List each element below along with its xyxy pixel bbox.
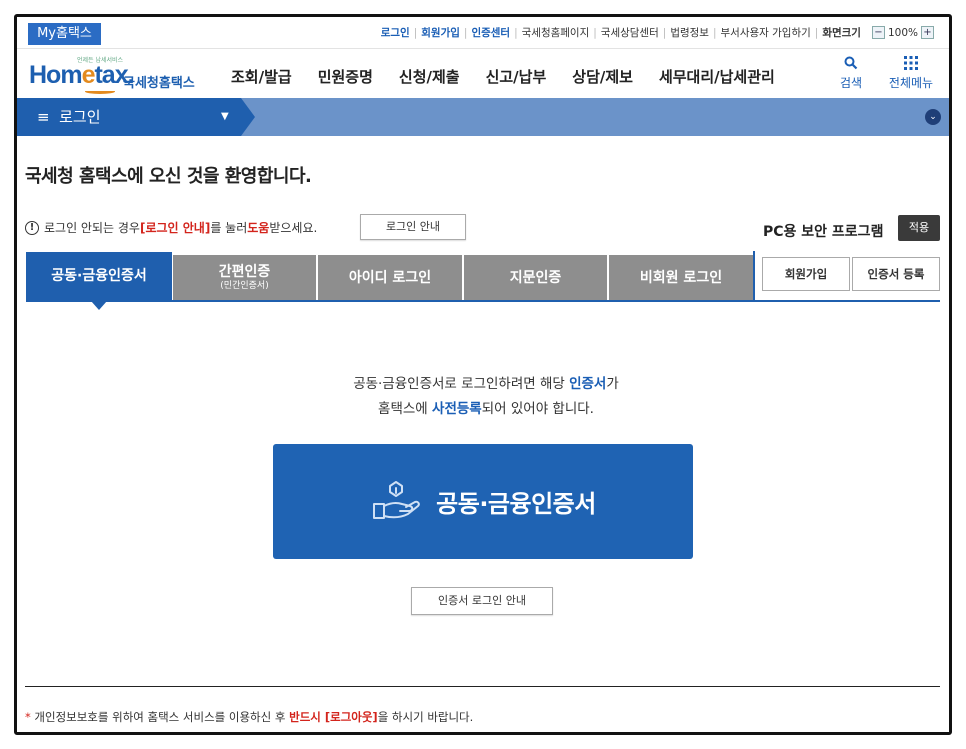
nav-tax-agent[interactable]: 세무대리/납세관리 [659,66,775,87]
tab-simple-auth[interactable]: 간편인증 (민간인증서) [173,255,316,301]
joint-cert-login-button[interactable]: 공동·금융인증서 [273,444,693,559]
cert-center-link[interactable]: 인증센터 [471,25,510,40]
search-label: 검색 [839,76,863,90]
full-menu-label: 전체메뉴 [888,76,934,90]
zoom-out-button[interactable]: − [871,26,885,39]
full-menu-button[interactable]: 전체메뉴 [881,56,941,91]
login-tabs: 공동·금융인증서 간편인증 (민간인증서) 아이디 로그인 지문인증 비회원 로… [26,251,753,302]
security-apply-button[interactable]: 적용 [898,215,940,241]
grid-menu-icon [881,56,941,74]
login-guide-button[interactable]: 로그인 안내 [360,214,466,240]
logo-swoosh-icon [85,89,115,94]
joint-cert-button-label: 공동·금융인증서 [436,490,596,518]
nts-home-link[interactable]: 국세청홈페이지 [522,25,590,40]
breadcrumb[interactable]: ≡ 로그인 ▼ [17,98,241,136]
consult-center-link[interactable]: 국세상담센터 [601,25,659,40]
tab-fingerprint[interactable]: 지문인증 [464,255,607,301]
security-program-label: PC용 보안 프로그램 [763,224,884,240]
logo-wordmark: Hometax. [29,61,135,89]
zoom-value: 100% [887,26,918,39]
hometax-logo[interactable]: 언제든 납세서비스 Hometax. 국세청홈택스 [27,55,207,95]
search-button[interactable]: 검색 [821,56,881,91]
browser-frame: My홈택스 로그인 | 회원가입 | 인증센터 | 국세청홈페이지 | 국세상담센터 | … [14,14,952,735]
utility-bar: My홈택스 로그인 | 회원가입 | 인증센터 | 국세청홈페이지 | 국세상담센터 | … [17,17,949,49]
cert-message-line2: 홈택스에 사전등록되어 있어야 합니다. [378,401,594,417]
dept-user-join-link[interactable]: 부서사용자 가입하기 [721,25,811,40]
join-link[interactable]: 회원가입 [421,25,460,40]
cert-login-guide-button[interactable]: 인증서 로그인 안내 [411,587,553,615]
zoom-control: − 100% + [869,26,937,39]
breadcrumb-label: 로그인 [59,108,101,126]
my-hometax-button[interactable]: My홈택스 [28,23,101,45]
hand-certificate-icon [370,478,422,526]
nav-apply[interactable]: 신청/제출 [399,66,460,87]
hamburger-icon: ≡ [37,108,50,126]
zoom-in-button[interactable]: + [921,26,934,39]
nav-report-pay[interactable]: 신고/납부 [486,66,547,87]
breadcrumb-arrow [241,98,255,136]
join-button[interactable]: 회원가입 [762,257,850,291]
nav-inquiry[interactable]: 조회/발급 [231,66,292,87]
tab-border [753,251,755,301]
login-guide-link[interactable]: [로그인 안내] [140,219,210,236]
breadcrumb-bar: ≡ 로그인 ▼ ⌄ [17,98,949,136]
law-info-link[interactable]: 법령정보 [670,25,709,40]
main-header: 언제든 납세서비스 Hometax. 국세청홈택스 조회/발급 민원증명 신청/… [17,50,949,98]
nav-consult[interactable]: 상담/제보 [572,66,633,87]
main-nav: 조회/발급 민원증명 신청/제출 신고/납부 상담/제보 세무대리/납세관리 [231,66,801,87]
tab-id-login[interactable]: 아이디 로그인 [318,255,462,301]
search-icon [821,56,881,74]
login-link[interactable]: 로그인 [381,25,410,40]
info-circle-icon: ! [25,220,39,235]
login-help-notice: ! 로그인 안되는 경우 [로그인 안내] 를 눌러 도움 받으세요. [25,219,317,236]
logo-korean-name: 국세청홈택스 [123,76,195,91]
active-tab-pointer [91,301,107,310]
page-title: 국세청 홈택스에 오신 것을 환영합니다. [25,166,312,187]
register-cert-button[interactable]: 인증서 등록 [852,257,940,291]
dropdown-caret-icon: ▼ [221,111,229,122]
utility-links: 로그인 | 회원가입 | 인증센터 | 국세청홈페이지 | 국세상담센터 | 법령정보 | … [381,25,937,40]
header-icons: 검색 전체메뉴 [821,56,941,91]
screen-size-label: 화면크기 [822,27,861,39]
expand-circle-icon[interactable]: ⌄ [925,109,941,125]
tab-underline [26,300,940,302]
footer-divider [25,686,940,687]
nav-civil-cert[interactable]: 민원증명 [318,66,373,87]
cert-message-line1: 공동·금융인증서로 로그인하려면 해당 인증서가 [353,376,619,392]
tab-guest-login[interactable]: 비회원 로그인 [609,255,753,301]
logout-notice: * 개인정보보호를 위하여 홈택스 서비스를 이용하신 후 반드시 [로그아웃]… [25,710,474,724]
tab-joint-cert[interactable]: 공동·금융인증서 [26,252,172,301]
